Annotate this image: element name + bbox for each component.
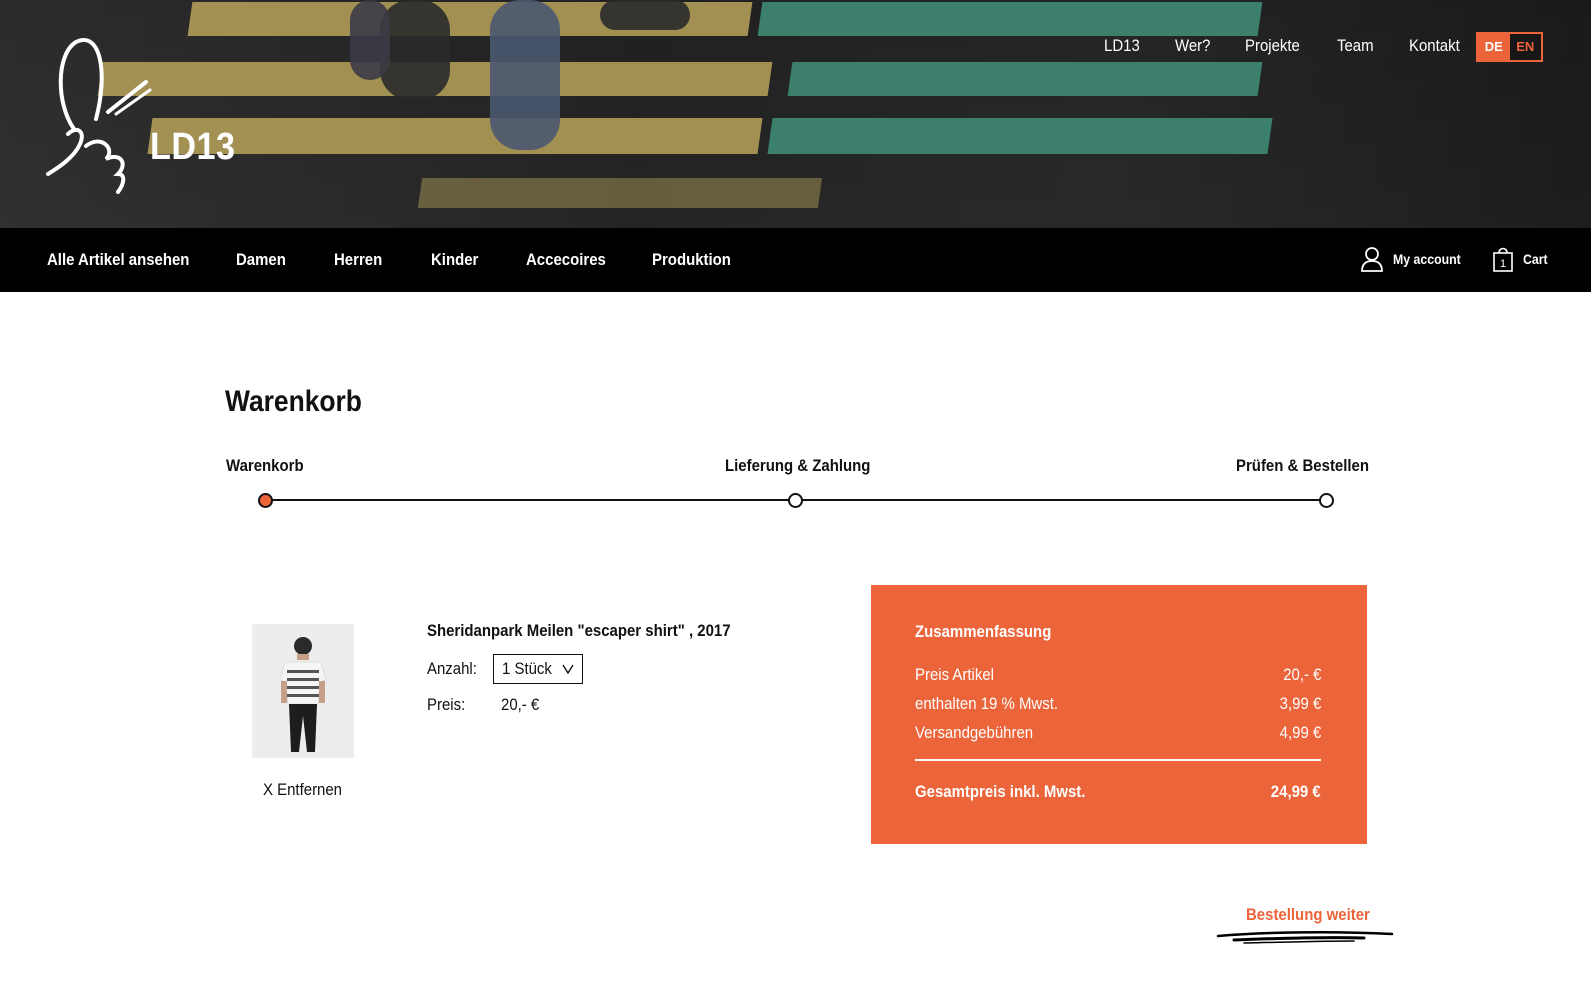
nav-accecoires[interactable]: Accecoires — [526, 250, 606, 270]
remove-item-button[interactable]: X Entfernen — [263, 780, 342, 800]
nav-damen[interactable]: Damen — [236, 250, 286, 270]
top-nav: LD13 Wer? Projekte Team Kontakt — [1104, 36, 1497, 56]
step-pruefen-dot — [1319, 493, 1334, 508]
total-label: Gesamtpreis inkl. Mwst. — [915, 782, 1086, 801]
top-nav-wer[interactable]: Wer? — [1175, 36, 1210, 56]
total-value: 24,99 € — [1271, 782, 1321, 801]
user-icon — [1361, 247, 1383, 272]
summary-row-label: Versandgebühren — [915, 723, 1034, 742]
nav-alle-artikel[interactable]: Alle Artikel ansehen — [47, 250, 189, 270]
cart-link[interactable]: 1 Cart — [1493, 246, 1551, 272]
summary-row-label: enthalten 19 % Mwst. — [915, 694, 1059, 713]
page-title: Warenkorb — [225, 385, 362, 418]
top-nav-ld13[interactable]: LD13 — [1104, 36, 1140, 56]
continue-order-button[interactable]: Bestellung weiter — [1246, 905, 1370, 925]
step-lieferung-label: Lieferung & Zahlung — [725, 456, 871, 475]
step-lieferung-dot — [788, 493, 803, 508]
quantity-label: Anzahl: — [427, 659, 477, 678]
cart-label: Cart — [1523, 251, 1548, 267]
nav-kinder[interactable]: Kinder — [431, 250, 478, 270]
quantity-select[interactable]: 1 Stück — [493, 654, 583, 684]
summary-divider — [915, 759, 1321, 761]
order-summary: Zusammenfassung Preis Artikel 20,- € ent… — [871, 585, 1367, 844]
cart-count: 1 — [1500, 258, 1506, 270]
my-account-label: My account — [1393, 251, 1461, 267]
language-switcher: DE EN — [1476, 32, 1543, 62]
price-label: Preis: — [427, 695, 466, 714]
top-nav-kontakt[interactable]: Kontakt — [1409, 36, 1460, 56]
summary-row-label: Preis Artikel — [915, 665, 994, 684]
step-warenkorb-dot — [258, 493, 273, 508]
nav-herren[interactable]: Herren — [334, 250, 382, 270]
step-warenkorb-label: Warenkorb — [226, 456, 304, 475]
top-nav-team[interactable]: Team — [1337, 36, 1374, 56]
brand-name[interactable]: LD13 — [150, 126, 235, 169]
hero-banner: LD13 LD13 Wer? Projekte Team Kontakt DE … — [0, 0, 1591, 228]
chevron-down-icon — [562, 664, 574, 674]
step-pruefen-label: Prüfen & Bestellen — [1236, 456, 1370, 475]
product-name: Sheridanpark Meilen "escaper shirt" , 20… — [427, 621, 731, 640]
shopping-bag-icon: 1 — [1493, 247, 1513, 272]
quantity-value: 1 Stück — [502, 659, 552, 678]
my-account-link[interactable]: My account — [1361, 246, 1470, 272]
main-nav: Alle Artikel ansehen Damen Herren Kinder… — [0, 228, 1591, 292]
logo-icon[interactable] — [46, 34, 156, 194]
product-image[interactable] — [252, 624, 354, 758]
summary-row-value: 3,99 € — [1279, 694, 1321, 713]
summary-row-value: 4,99 € — [1279, 723, 1321, 742]
brush-underline-icon — [1216, 931, 1394, 944]
nav-produktion[interactable]: Produktion — [652, 250, 731, 270]
summary-title: Zusammenfassung — [915, 622, 1052, 641]
summary-row-value: 20,- € — [1282, 665, 1321, 684]
lang-de[interactable]: DE — [1478, 34, 1510, 60]
price-value: 20,- € — [501, 695, 540, 714]
lang-en[interactable]: EN — [1509, 34, 1541, 60]
top-nav-projekte[interactable]: Projekte — [1245, 36, 1300, 56]
